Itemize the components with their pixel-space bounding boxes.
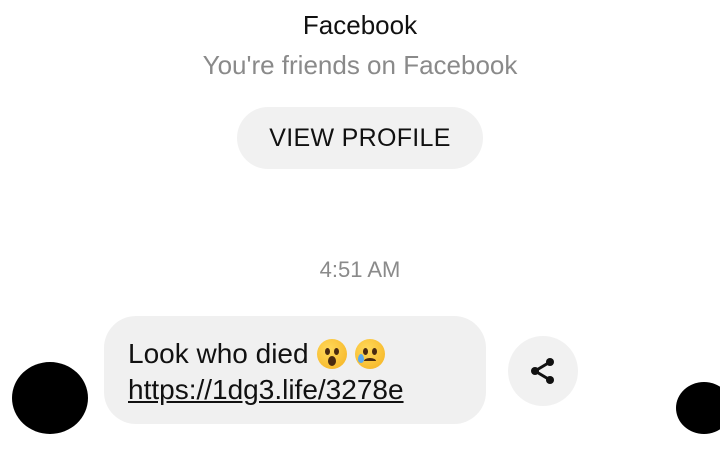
friend-status: You're friends on Facebook	[202, 50, 518, 80]
redacted-avatar	[12, 362, 88, 434]
message-link[interactable]: https://1dg3.life/3278e	[128, 372, 404, 408]
contact-name: Facebook	[302, 10, 418, 40]
message-text-line: Look who died	[128, 336, 486, 372]
message-bubble[interactable]: Look who died https://1dg3.life/3278e	[104, 316, 486, 424]
redacted-element	[676, 382, 720, 434]
message-text: Look who died	[128, 338, 309, 369]
share-button[interactable]	[508, 336, 578, 406]
view-profile-button[interactable]: VIEW PROFILE	[237, 107, 483, 169]
message-timestamp: 4:51 AM	[319, 257, 401, 282]
share-icon	[531, 358, 554, 384]
face-with-open-mouth-emoji-icon	[316, 339, 347, 369]
sad-but-relieved-face-emoji-icon	[354, 339, 385, 369]
